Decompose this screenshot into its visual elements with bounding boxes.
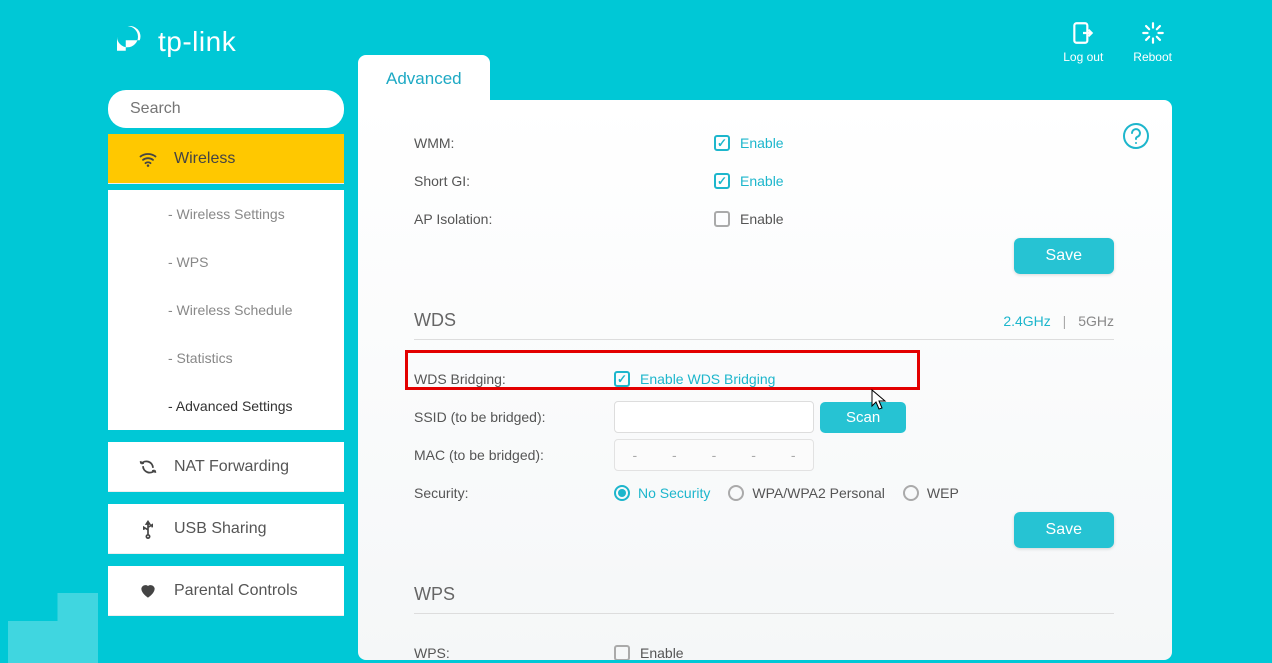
submenu-wireless-settings[interactable]: - Wireless Settings xyxy=(108,190,344,238)
submenu-wps[interactable]: - WPS xyxy=(108,238,344,286)
label-security: Security: xyxy=(414,485,614,501)
row-shortgi: Short GI: Enable xyxy=(414,162,1154,200)
shortgi-enable-text: Enable xyxy=(740,173,784,189)
label-wmm: WMM: xyxy=(414,135,714,151)
help-button[interactable] xyxy=(1122,122,1150,150)
checkbox-apiso[interactable] xyxy=(714,211,730,227)
radio-wep[interactable]: WEP xyxy=(903,485,959,501)
row-mac: MAC (to be bridged): ----- xyxy=(414,436,1154,474)
label-mac: MAC (to be bridged): xyxy=(414,447,614,463)
radio-wpa[interactable]: WPA/WPA2 Personal xyxy=(728,485,885,501)
search-box[interactable] xyxy=(108,90,344,128)
section-wps-title: WPS xyxy=(414,584,455,605)
sidebar-item-label: USB Sharing xyxy=(174,520,267,538)
row-security: Security: No Security WPA/WPA2 Personal … xyxy=(414,474,1154,512)
reboot-button[interactable]: Reboot xyxy=(1133,20,1172,64)
brand-logo: tp-link xyxy=(110,21,236,63)
band-5ghz[interactable]: 5GHz xyxy=(1078,313,1114,329)
help-icon xyxy=(1122,122,1150,150)
reboot-label: Reboot xyxy=(1133,50,1172,64)
wifi-icon xyxy=(138,149,158,169)
apiso-enable-text: Enable xyxy=(740,211,784,227)
input-mac[interactable]: ----- xyxy=(614,439,814,471)
tplink-logo-icon xyxy=(110,21,152,63)
checkbox-wds-bridging[interactable] xyxy=(614,371,630,387)
sidebar-item-label: NAT Forwarding xyxy=(174,458,289,476)
label-wps: WPS: xyxy=(414,645,614,660)
submenu-wireless-schedule[interactable]: - Wireless Schedule xyxy=(108,286,344,334)
header: tp-link Log out Reboot xyxy=(110,20,1172,64)
row-wds-bridging: WDS Bridging: Enable WDS Bridging xyxy=(414,360,1154,398)
band-tabs: 2.4GHz | 5GHz xyxy=(1003,313,1114,329)
label-ssid: SSID (to be bridged): xyxy=(414,409,614,425)
sidebar-item-parental[interactable]: Parental Controls xyxy=(108,566,344,616)
scan-button[interactable]: Scan xyxy=(820,402,906,433)
section-wds: WDS 2.4GHz | 5GHz xyxy=(414,310,1114,340)
wps-enable-text: Enable xyxy=(640,645,684,660)
label-shortgi: Short GI: xyxy=(414,173,714,189)
row-wmm: WMM: Enable xyxy=(414,124,1154,162)
band-24ghz[interactable]: 2.4GHz xyxy=(1003,313,1050,329)
wmm-enable-text: Enable xyxy=(740,135,784,151)
sidebar-item-label: Parental Controls xyxy=(174,582,298,600)
nat-icon xyxy=(138,457,158,477)
decorative-shape xyxy=(8,593,98,663)
sidebar-item-label: Wireless xyxy=(174,150,235,168)
tab-advanced[interactable]: Advanced xyxy=(358,55,490,103)
sidebar: Wireless - Wireless Settings - WPS - Wir… xyxy=(108,90,344,616)
checkbox-shortgi[interactable] xyxy=(714,173,730,189)
save-button-wds[interactable]: Save xyxy=(1014,512,1114,548)
wds-bridging-text: Enable WDS Bridging xyxy=(640,371,775,387)
usb-icon xyxy=(138,519,158,539)
row-ssid: SSID (to be bridged): Scan xyxy=(414,398,1154,436)
input-ssid[interactable] xyxy=(614,401,814,433)
logout-button[interactable]: Log out xyxy=(1063,20,1103,64)
brand-text: tp-link xyxy=(158,26,236,58)
sidebar-item-usb[interactable]: USB Sharing xyxy=(108,504,344,554)
logout-icon xyxy=(1070,20,1096,46)
save-button-top[interactable]: Save xyxy=(1014,238,1114,274)
radio-no-security[interactable]: No Security xyxy=(614,485,710,501)
heart-icon xyxy=(138,581,158,601)
logout-label: Log out xyxy=(1063,50,1103,64)
label-apiso: AP Isolation: xyxy=(414,211,714,227)
section-title-text: WDS xyxy=(414,310,456,331)
row-wps: WPS: Enable xyxy=(414,634,1154,660)
submenu-advanced-settings[interactable]: - Advanced Settings xyxy=(108,382,344,430)
checkbox-wmm[interactable] xyxy=(714,135,730,151)
band-separator: | xyxy=(1063,313,1067,329)
submenu-statistics[interactable]: - Statistics xyxy=(108,334,344,382)
label-wds-bridging: WDS Bridging: xyxy=(414,371,614,387)
reboot-icon xyxy=(1140,20,1166,46)
row-apiso: AP Isolation: Enable xyxy=(414,200,1154,238)
sidebar-item-wireless[interactable]: Wireless xyxy=(108,134,344,184)
main-panel: WMM: Enable Short GI: Enable AP Isolatio… xyxy=(358,100,1172,660)
search-input[interactable] xyxy=(130,100,337,118)
sidebar-item-nat[interactable]: NAT Forwarding xyxy=(108,442,344,492)
wireless-submenu: - Wireless Settings - WPS - Wireless Sch… xyxy=(108,190,344,430)
section-wps: WPS xyxy=(414,584,1114,614)
checkbox-wps[interactable] xyxy=(614,645,630,660)
